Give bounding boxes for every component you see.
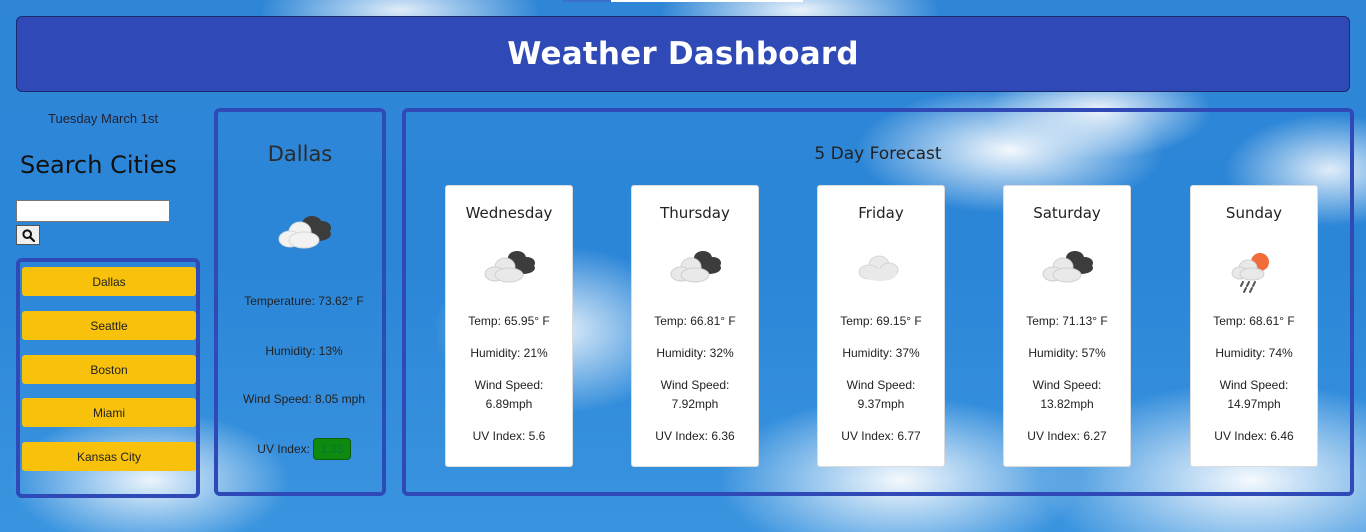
forecast-wind-value: 14.97mph [1227,397,1281,411]
city-history-list: Dallas Seattle Boston Miami Kansas City [16,258,200,498]
forecast-wind-value: 9.37mph [857,397,905,411]
forecast-wind-label: Wind Speed: [1032,378,1102,392]
forecast-card: Friday Temp: 69.15° F Humidity: 37% Wind… [817,185,945,467]
forecast-card: Wednesday Temp: 65.95° F Humidity: 21% W… [445,185,573,467]
current-uv-row: UV Index: 1.33 [218,438,390,460]
broken-clouds-icon [667,248,725,292]
current-date: Tuesday March 1st [48,111,159,126]
broken-clouds-icon [1039,248,1097,292]
forecast-card: Saturday Temp: 71.13° F Humidity: 57% Wi… [1003,185,1131,467]
partly-cloudy-dark-icon [274,210,334,258]
forecast-wind-label: Wind Speed: [846,378,916,392]
city-button-dallas[interactable]: Dallas [22,267,196,296]
search-icon [21,228,35,242]
forecast-uv: UV Index: 5.6 [472,429,546,443]
forecast-temp: Temp: 71.13° F [1026,314,1108,328]
search-title: Search Cities [20,151,177,179]
forecast-temp: Temp: 66.81° F [654,314,736,328]
rain-sun-icon [1226,248,1284,298]
forecast-day: Saturday [1033,204,1101,222]
current-city-name: Dallas [267,142,333,166]
forecast-temp: Temp: 65.95° F [468,314,550,328]
search-button[interactable] [16,225,40,245]
uv-label: UV Index: [257,442,310,456]
forecast-uv: UV Index: 6.36 [655,429,735,443]
search-input[interactable] [16,200,170,222]
city-button-boston[interactable]: Boston [22,355,196,384]
city-button-kansas-city[interactable]: Kansas City [22,442,196,471]
forecast-humidity: Humidity: 74% [1215,346,1293,360]
forecast-humidity: Humidity: 57% [1028,346,1106,360]
current-wind-speed: Wind Speed: 8.05 mph [242,392,366,406]
forecast-title: 5 Day Forecast [814,144,942,164]
page-title: Weather Dashboard [507,36,859,72]
forecast-temp: Temp: 69.15° F [840,314,922,328]
forecast-panel: 5 Day Forecast Wednesday Temp: 65.95° F … [402,108,1354,496]
forecast-card: Thursday Temp: 66.81° F Humidity: 32% Wi… [631,185,759,467]
forecast-uv: UV Index: 6.46 [1214,429,1294,443]
city-button-seattle[interactable]: Seattle [22,311,196,340]
forecast-wind-value: 7.92mph [671,397,719,411]
forecast-humidity: Humidity: 32% [656,346,734,360]
forecast-day: Sunday [1225,204,1283,222]
forecast-day: Thursday [660,204,730,222]
current-humidity: Humidity: 13% [265,344,343,358]
forecast-day: Friday [858,204,904,222]
forecast-wind-value: 13.82mph [1040,397,1094,411]
forecast-wind-label: Wind Speed: [660,378,730,392]
forecast-wind-label: Wind Speed: [1219,378,1289,392]
current-temperature: Temperature: 73.62° F [244,294,364,308]
page-header: Weather Dashboard [16,16,1350,92]
forecast-wind-label: Wind Speed: [474,378,544,392]
forecast-humidity: Humidity: 21% [470,346,548,360]
cloud-icon [853,248,911,292]
forecast-day: Wednesday [465,204,553,222]
forecast-humidity: Humidity: 37% [842,346,920,360]
forecast-wind-value: 6.89mph [485,397,533,411]
forecast-temp: Temp: 68.61° F [1213,314,1295,328]
forecast-card: Sunday Temp: 68.61° F Humidity: 74% Wind… [1190,185,1318,467]
forecast-uv: UV Index: 6.27 [1027,429,1107,443]
broken-clouds-icon [481,248,539,292]
current-weather-panel: Dallas Temperature: 73.62° F Humidity: 1… [214,108,386,496]
city-button-miami[interactable]: Miami [22,398,196,427]
uv-badge: 1.33 [313,438,351,460]
top-progress-bar [563,0,803,2]
forecast-uv: UV Index: 6.77 [841,429,921,443]
